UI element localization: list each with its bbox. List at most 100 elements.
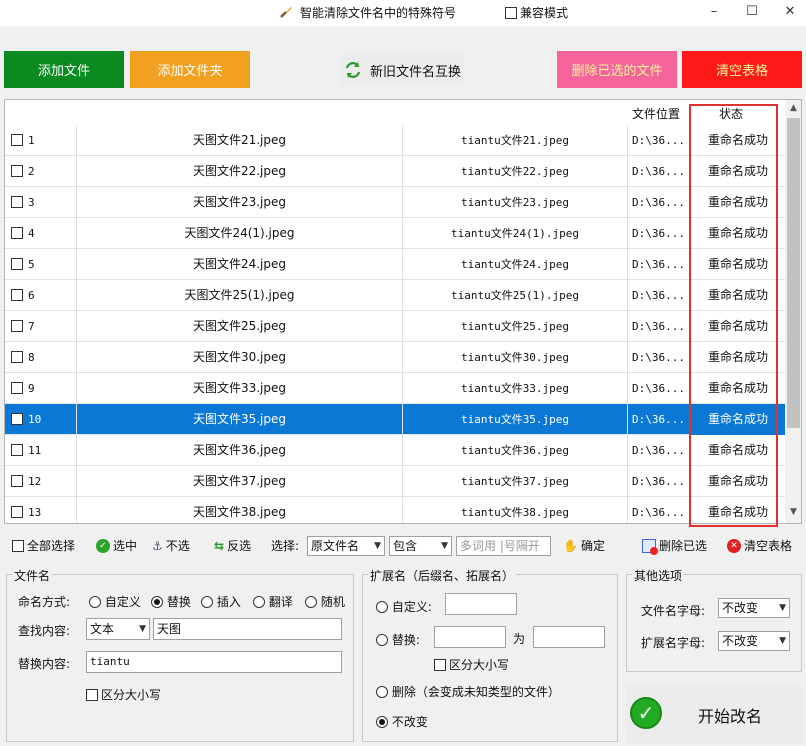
ext-custom-input[interactable] — [445, 593, 517, 615]
add-folder-button[interactable]: 添加文件夹 — [130, 51, 250, 88]
scroll-down-icon[interactable]: ▼ — [785, 504, 801, 521]
checkbox-box[interactable] — [505, 6, 517, 19]
select-button[interactable]: ✓ 选中 — [96, 537, 137, 554]
minimize-button[interactable]: – — [700, 2, 728, 22]
table-row[interactable]: 13 天图文件38.jpeg tiantu文件38.jpeg D:\36... 重命名成… — [5, 497, 785, 523]
ext-case-select[interactable]: 不改变 ▼ — [718, 631, 790, 651]
clear-table-small-button[interactable]: ✕ 清空表格 — [727, 537, 792, 554]
maximize-button[interactable]: ☐ — [738, 2, 766, 22]
replace-label: 替换内容: — [18, 657, 71, 671]
invert-label: 反选 — [227, 539, 252, 553]
header-location[interactable]: 文件位置 — [632, 105, 680, 122]
row-checkbox[interactable] — [11, 506, 23, 518]
table-row[interactable]: 10 天图文件35.jpeg tiantu文件35.jpeg D:\36... 重命名成… — [5, 404, 785, 435]
close-button[interactable]: ✕ — [776, 2, 804, 22]
start-rename-button[interactable]: ✓ 开始改名 — [626, 685, 804, 744]
row-checkbox[interactable] — [11, 444, 23, 456]
radio-dot[interactable] — [376, 634, 388, 646]
naming-mode-radio[interactable]: 随机 — [305, 593, 345, 610]
filename-case-select[interactable]: 不改变 ▼ — [718, 598, 790, 618]
file-table[interactable]: 文件位置 状态 1 天图文件21.jpeg tiantu文件21.jpeg D:\36… — [4, 99, 802, 524]
radio-dot[interactable] — [376, 716, 388, 728]
checkbox-box[interactable] — [434, 658, 446, 671]
match-select[interactable]: 包含 ▼ — [389, 536, 452, 556]
select-all-checkbox[interactable]: 全部选择 — [12, 537, 75, 554]
ext-replace-radio[interactable]: 替换: — [376, 631, 420, 648]
new-filename: tiantu文件23.jpeg — [460, 196, 570, 209]
old-filename: 天图文件37.jpeg — [192, 474, 287, 488]
row-checkbox[interactable] — [11, 134, 23, 146]
clear-table-button[interactable]: 清空表格 — [682, 51, 802, 88]
chevron-down-icon: ▼ — [139, 624, 146, 634]
radio-dot[interactable] — [89, 596, 101, 608]
row-checkbox[interactable] — [11, 351, 23, 363]
filename-case-value: 不改变 — [722, 601, 759, 615]
swap-names-button[interactable]: 新旧文件名互换 — [340, 54, 465, 86]
compat-mode-checkbox[interactable]: 兼容模式 — [505, 4, 568, 21]
table-row[interactable]: 12 天图文件37.jpeg tiantu文件37.jpeg D:\36... 重命名成… — [5, 466, 785, 497]
anchor-icon: ⚓ — [152, 538, 163, 553]
deselect-button[interactable]: ⚓ 不选 — [152, 537, 190, 554]
row-number: 5 — [28, 258, 35, 271]
find-input[interactable]: 天图 — [153, 618, 342, 640]
table-row[interactable]: 1 天图文件21.jpeg tiantu文件21.jpeg D:\36... 重命名成功 — [5, 125, 785, 156]
row-checkbox[interactable] — [11, 289, 23, 301]
select-all-label: 全部选择 — [27, 539, 76, 553]
file-location: D:\36... — [632, 506, 685, 519]
table-scrollbar[interactable]: ▲ ▼ — [785, 100, 801, 523]
delete-selected-files-button[interactable]: 删除已选的文件 — [557, 51, 677, 88]
scroll-thumb[interactable] — [787, 118, 800, 428]
naming-mode-radio[interactable]: 替换 — [151, 593, 191, 610]
ext-delete-radio[interactable]: 删除（会变成未知类型的文件） — [376, 683, 560, 700]
table-row[interactable]: 9 天图文件33.jpeg tiantu文件33.jpeg D:\36... 重命名成功 — [5, 373, 785, 404]
new-filename: tiantu文件22.jpeg — [460, 165, 570, 178]
keyword-input[interactable]: 多词用 |号隔开 — [456, 536, 551, 556]
row-checkbox[interactable] — [11, 382, 23, 394]
invert-button[interactable]: ⇆ 反选 — [214, 537, 251, 554]
add-file-button[interactable]: 添加文件 — [4, 51, 124, 88]
radio-dot[interactable] — [376, 686, 388, 698]
row-checkbox[interactable] — [11, 227, 23, 239]
scroll-up-icon[interactable]: ▲ — [785, 100, 801, 117]
table-row[interactable]: 6 天图文件25(1).jpeg tiantu文件25(1).jpeg D:\36..… — [5, 280, 785, 311]
naming-mode-radio[interactable]: 自定义 — [89, 593, 141, 610]
new-filename: tiantu文件33.jpeg — [460, 382, 570, 395]
field-select[interactable]: 原文件名 ▼ — [307, 536, 385, 556]
table-row[interactable]: 3 天图文件23.jpeg tiantu文件23.jpeg D:\36... 重命名成功 — [5, 187, 785, 218]
table-row[interactable]: 11 天图文件36.jpeg tiantu文件36.jpeg D:\36... 重命名成… — [5, 435, 785, 466]
row-checkbox[interactable] — [11, 196, 23, 208]
row-checkbox[interactable] — [11, 475, 23, 487]
table-row[interactable]: 8 天图文件30.jpeg tiantu文件30.jpeg D:\36... 重命名成功 — [5, 342, 785, 373]
ext-custom-radio[interactable]: 自定义: — [376, 598, 432, 615]
delete-selected-button[interactable]: 删除已选 — [642, 537, 707, 555]
confirm-button[interactable]: ✋ 确定 — [563, 537, 605, 554]
radio-dot[interactable] — [376, 601, 388, 613]
row-checkbox[interactable] — [11, 320, 23, 332]
table-row[interactable]: 5 天图文件24.jpeg tiantu文件24.jpeg D:\36... 重命名成功 — [5, 249, 785, 280]
table-row[interactable]: 4 天图文件24(1).jpeg tiantu文件24(1).jpeg D:\36..… — [5, 218, 785, 249]
row-checkbox[interactable] — [11, 413, 23, 425]
row-checkbox[interactable] — [11, 165, 23, 177]
table-row[interactable]: 7 天图文件25.jpeg tiantu文件25.jpeg D:\36... 重命名成功 — [5, 311, 785, 342]
naming-mode-radio[interactable]: 插入 — [201, 593, 241, 610]
case-sensitive-checkbox[interactable]: 区分大小写 — [86, 686, 161, 703]
ext-case-sensitive-checkbox[interactable]: 区分大小写 — [434, 656, 509, 673]
radio-dot[interactable] — [253, 596, 265, 608]
replace-input[interactable]: tiantu — [86, 651, 342, 673]
ext-unchanged-radio[interactable]: 不改变 — [376, 713, 428, 730]
row-number: 9 — [28, 382, 35, 395]
radio-dot[interactable] — [151, 596, 163, 608]
checkbox-box[interactable] — [12, 539, 24, 552]
radio-dot[interactable] — [201, 596, 213, 608]
naming-mode-radio[interactable]: 翻译 — [253, 593, 293, 610]
find-type-select[interactable]: 文本 ▼ — [86, 618, 150, 640]
naming-mode-label: 插入 — [216, 595, 241, 609]
checkbox-box[interactable] — [86, 688, 98, 701]
row-checkbox[interactable] — [11, 258, 23, 270]
ext-replace-to-input[interactable] — [533, 626, 605, 648]
choose-label: 选择: — [271, 539, 300, 553]
file-location: D:\36... — [632, 165, 685, 178]
table-row[interactable]: 2 天图文件22.jpeg tiantu文件22.jpeg D:\36... 重命名成功 — [5, 156, 785, 187]
ext-replace-from-input[interactable] — [434, 626, 506, 648]
radio-dot[interactable] — [305, 596, 317, 608]
